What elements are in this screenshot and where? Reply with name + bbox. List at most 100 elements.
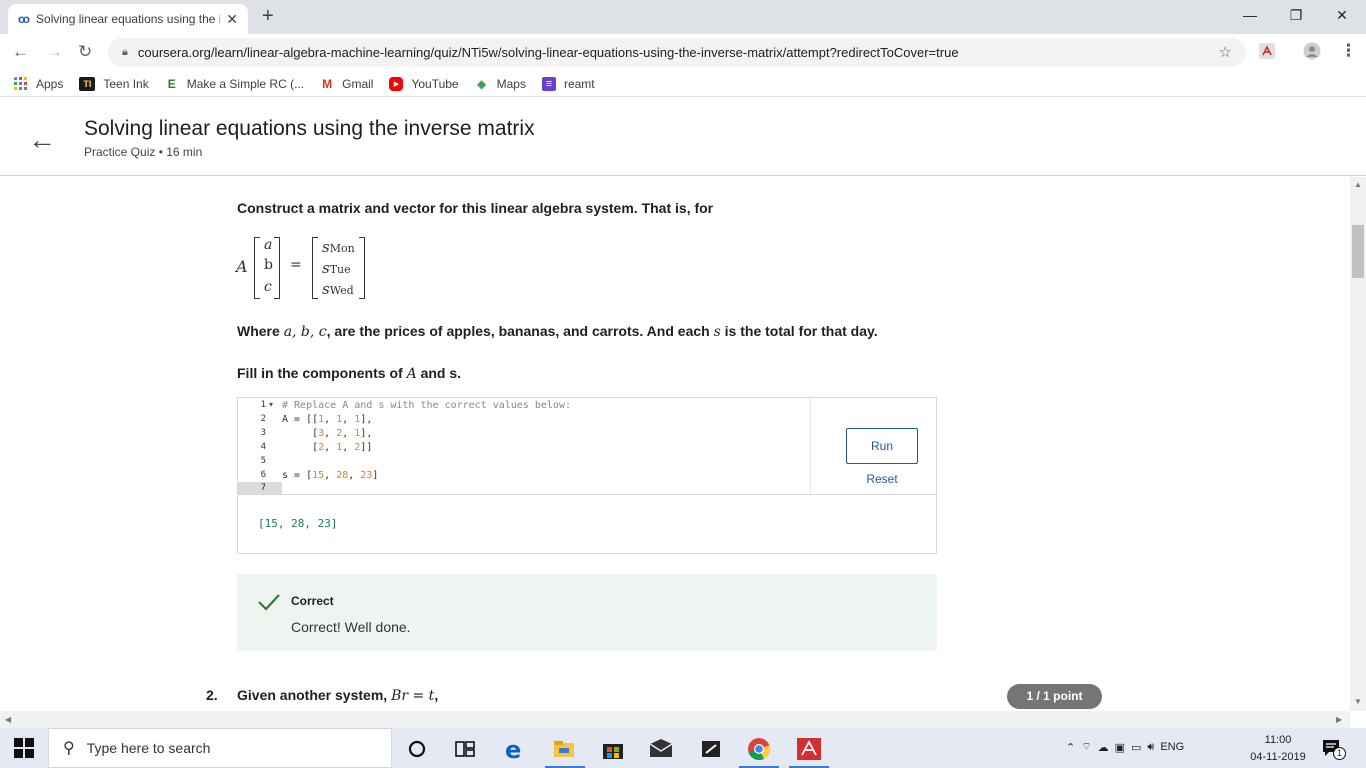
display-icon[interactable]: ▣ [1115, 741, 1125, 754]
address-bar[interactable]: 🔒︎ coursera.org/learn/linear-algebra-mac… [108, 38, 1246, 67]
search-placeholder: Type here to search [86, 740, 211, 756]
page-subtitle: Practice Quiz • 16 min [84, 145, 203, 159]
bookmark-star-icon[interactable]: ☆ [1219, 43, 1232, 61]
browser-toolbar: ← → ↻ 🔒︎ coursera.org/learn/linear-algeb… [0, 34, 1366, 71]
microsoft-store-icon[interactable] [600, 736, 626, 762]
code-line[interactable]: [2, 1, 2]] [282, 442, 372, 453]
line-number: 7 [260, 483, 266, 493]
output-text: [15, 28, 23] [258, 517, 338, 530]
clock-date: 04-11-2019 [1250, 751, 1306, 763]
code-line[interactable]: s = [15, 28, 23] [282, 470, 378, 481]
bookmark-make-a-simple-rc[interactable]: E Make a Simple RC (... [164, 76, 305, 91]
scroll-left-arrow-icon[interactable]: ◀ [5, 715, 11, 724]
code-line[interactable]: A = [[1, 1, 1], [282, 414, 372, 425]
code-output: [15, 28, 23] [237, 494, 937, 554]
subscript-wed: Wed [329, 284, 354, 297]
reset-link[interactable]: Reset [846, 472, 918, 486]
new-tab-button[interactable]: + [262, 5, 274, 28]
windows-taskbar: ⚲ Type here to search e ⌃ ⌔ ☁ ▣ ▭ 🔊︎ ENG… [0, 728, 1366, 768]
left-bracket [254, 237, 260, 299]
edge-browser-icon[interactable]: e [502, 736, 528, 762]
mail-icon[interactable] [648, 736, 674, 762]
file-explorer-icon[interactable] [551, 736, 577, 762]
windows-start-icon[interactable] [14, 738, 34, 758]
onedrive-cloud-icon[interactable]: ☁ [1098, 741, 1109, 754]
right-bracket [359, 237, 365, 299]
page-title: Solving linear equations using the inver… [84, 117, 535, 140]
teen-ink-icon: TI [79, 76, 96, 91]
bookmark-label: Teen Ink [103, 76, 149, 91]
bookmark-reamt[interactable]: ≡ reamt [541, 76, 595, 91]
where-vars: a, b, c [283, 324, 327, 340]
line-number: 4 [260, 442, 266, 452]
q2-math: Br = t [391, 688, 435, 704]
s-symbol: s [322, 238, 330, 256]
scroll-down-arrow-icon[interactable]: ▼ [1354, 697, 1362, 706]
feedback-title: Correct [291, 594, 334, 608]
tab-strip: co Solving linear equations using the in… [0, 0, 1366, 34]
taskbar-clock[interactable]: 11:00 04-11-2019 [1246, 732, 1310, 766]
checkmark-icon [258, 594, 280, 611]
apps-grid-icon [14, 76, 27, 90]
matrix-equation: A a b c = sMon sTue sWed [236, 235, 376, 301]
close-window-button[interactable]: ✕ [1319, 4, 1365, 28]
minimize-button[interactable]: — [1227, 4, 1273, 28]
line-number: 6 [260, 470, 266, 480]
bookmark-gmail[interactable]: M Gmail [320, 76, 373, 91]
gmail-icon: M [320, 76, 335, 91]
menu-kebab-icon[interactable]: ⋮ [1340, 41, 1357, 61]
reload-icon[interactable]: ↻ [78, 42, 92, 62]
back-arrow-icon[interactable]: ← [28, 124, 56, 156]
question2-text: Given another system, Br = t, [237, 687, 438, 704]
language-indicator[interactable]: ENG [1160, 741, 1184, 753]
bookmark-label: Make a Simple RC (... [186, 76, 305, 91]
bookmark-youtube[interactable]: ▶ YouTube [389, 76, 459, 91]
scroll-up-arrow-icon[interactable]: ▲ [1354, 180, 1362, 189]
feedback-panel: Correct Correct! Well done. [237, 574, 937, 651]
bookmark-apps[interactable]: Apps [14, 76, 64, 91]
wifi-icon[interactable]: ⌔ [1081, 740, 1091, 754]
editor-divider [810, 398, 811, 495]
matrix-symbol: A [236, 257, 248, 276]
tab-close-icon[interactable]: ✕ [226, 11, 238, 28]
notes-app-icon[interactable] [698, 736, 724, 762]
fold-arrow-icon[interactable]: ▾ [269, 400, 273, 409]
task-view-icon[interactable] [452, 736, 478, 762]
back-arrow-icon[interactable]: ← [12, 42, 29, 62]
bookmark-label: Apps [36, 76, 64, 91]
notification-count-badge: 1 [1333, 747, 1346, 760]
run-button[interactable]: Run [846, 428, 918, 464]
quiz-header: ← Solving linear equations using the inv… [0, 102, 1366, 176]
quiz-content: Construct a matrix and vector for this l… [0, 177, 1350, 711]
bookmark-teen-ink[interactable]: TI Teen Ink [79, 76, 149, 91]
battery-icon[interactable]: ▭ [1131, 741, 1141, 754]
line-number: 5 [260, 456, 266, 466]
where-pre: Where [237, 323, 284, 339]
acrobat-extension-icon[interactable] [1258, 42, 1276, 60]
code-line[interactable]: [3, 2, 1], [282, 428, 372, 439]
equals-sign: = [290, 257, 302, 273]
chrome-icon[interactable] [746, 736, 772, 762]
bookmark-label: reamt [563, 76, 595, 91]
browser-tab[interactable]: co Solving linear equations using the in… [8, 4, 248, 34]
line-gutter: 1 ▾ 2 3 4 5 6 7 [238, 398, 282, 495]
restore-button[interactable]: ❐ [1273, 4, 1319, 28]
tray-expand-chevron-icon[interactable]: ⌃ [1066, 741, 1075, 754]
s-symbol: s [322, 259, 330, 277]
instructables-icon: E [164, 76, 179, 91]
cortana-icon[interactable] [404, 736, 430, 762]
horizontal-scrollbar[interactable]: ◀ ▶ [0, 711, 1350, 728]
volume-icon[interactable]: 🔊︎ [1147, 741, 1154, 754]
forward-arrow-icon[interactable]: → [46, 42, 63, 62]
code-editor[interactable]: 1 ▾ 2 3 4 5 6 7 # Replace A and s with t… [237, 397, 937, 495]
scroll-right-arrow-icon[interactable]: ▶ [1336, 715, 1342, 724]
taskbar-search-box[interactable]: ⚲ Type here to search [48, 728, 392, 768]
maps-icon: ◆ [474, 76, 489, 91]
points-badge: 1 / 1 point [1007, 684, 1102, 709]
vertical-scroll-thumb[interactable] [1352, 225, 1364, 278]
profile-avatar[interactable] [1303, 42, 1321, 60]
acrobat-reader-icon[interactable] [796, 736, 822, 762]
code-line-comment[interactable]: # Replace A and s with the correct value… [282, 400, 571, 411]
bookmark-maps[interactable]: ◆ Maps [474, 76, 526, 91]
youtube-icon: ▶ [389, 76, 404, 91]
